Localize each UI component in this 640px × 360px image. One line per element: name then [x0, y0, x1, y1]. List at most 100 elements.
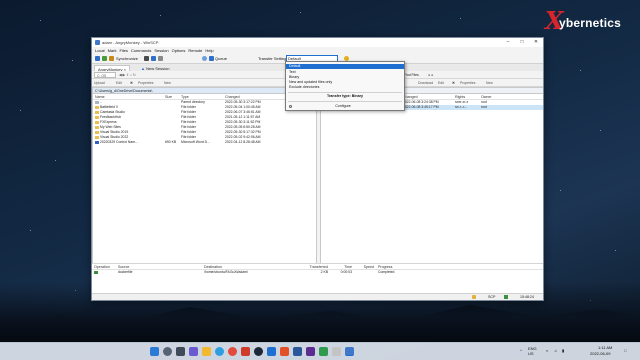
search-icon[interactable]: [163, 347, 172, 356]
delete-icon-left[interactable]: ✖: [130, 80, 133, 86]
console-icon[interactable]: [144, 56, 149, 61]
queue-icon[interactable]: [209, 56, 214, 61]
properties-button-left[interactable]: Properties: [138, 80, 153, 86]
queue-col-destination[interactable]: Destination: [202, 264, 292, 269]
chrome-icon[interactable]: [228, 347, 237, 356]
putty-icon[interactable]: [151, 56, 156, 61]
visual-studio-icon[interactable]: [306, 347, 315, 356]
queue-button[interactable]: Queue: [215, 56, 227, 61]
new-button-left[interactable]: New: [164, 80, 171, 86]
word-icon[interactable]: [293, 347, 302, 356]
queue-col-operation[interactable]: Operation: [92, 264, 116, 269]
queue-status-icon[interactable]: [202, 56, 207, 61]
winscp-taskbar-icon[interactable]: [345, 347, 354, 356]
compare-icon[interactable]: [102, 56, 107, 61]
clock-time[interactable]: 1:11 AM: [598, 345, 612, 350]
file-rights: rw-r--r--: [455, 105, 467, 109]
new-local-icon[interactable]: [95, 56, 100, 61]
option-default[interactable]: Default: [286, 64, 404, 69]
file-name: Camtasia Studio: [100, 110, 125, 114]
file-name: ..: [100, 100, 102, 104]
notification-icon[interactable]: □: [624, 348, 626, 353]
transfer-settings-dropdown: Default Text Binary New and updated file…: [285, 61, 405, 111]
star: [300, 12, 301, 13]
queue-col-speed[interactable]: Speed: [354, 264, 376, 269]
minimize-icon[interactable]: –: [501, 38, 515, 47]
file-name: Visual Studio 2019: [100, 130, 129, 134]
edit-button-left[interactable]: Edit: [116, 80, 122, 86]
col-changed[interactable]: Changed: [223, 94, 273, 99]
queue-column-headers: Operation Source Destination Transferred…: [92, 264, 543, 270]
menu-remote[interactable]: Remote: [188, 47, 202, 54]
menu-files[interactable]: Files: [119, 47, 127, 54]
find-files-extra-icons[interactable]: ● ●: [428, 72, 433, 78]
file-type: Microsoft Word D...: [181, 140, 210, 144]
col-owner[interactable]: Owner: [479, 94, 503, 99]
app-icon[interactable]: [332, 347, 341, 356]
menu-bar: Local Mark Files Commands Session Option…: [92, 47, 543, 54]
start-icon[interactable]: [150, 347, 159, 356]
menu-help[interactable]: Help: [205, 47, 213, 54]
col-changed-remote[interactable]: Changed: [401, 94, 453, 99]
find-files-button[interactable]: Find Files: [404, 72, 419, 78]
synchronize-button[interactable]: Synchronize: [116, 56, 138, 61]
parent-folder-icon: [95, 100, 99, 104]
queue-col-source[interactable]: Source: [116, 264, 202, 269]
wifi-icon[interactable]: ≈: [546, 348, 548, 353]
office-icon[interactable]: [241, 347, 250, 356]
excel-icon[interactable]: [319, 347, 328, 356]
language-indicator[interactable]: ENG US: [528, 346, 540, 356]
queue-destination: /home/ubuntu/FAGuXt/adam/: [204, 270, 248, 274]
menu-mark[interactable]: Mark: [108, 47, 117, 54]
folder-icon: [95, 105, 99, 109]
tray-overflow-icon[interactable]: ^: [520, 348, 522, 353]
steam-icon[interactable]: [254, 347, 263, 356]
battery-icon[interactable]: ▮: [562, 348, 564, 353]
protocol-label: SCP: [488, 295, 496, 299]
file-name: 20220329 Control Nam...: [100, 140, 138, 144]
queue-row[interactable]: dockerfile /home/ubuntu/FAGuXt/adam/ 2 K…: [92, 270, 543, 275]
star: [615, 250, 616, 251]
queue-col-time[interactable]: Time: [330, 264, 354, 269]
new-button-right[interactable]: New: [486, 80, 493, 86]
delete-icon-right[interactable]: ✖: [452, 80, 455, 86]
queue-col-transferred[interactable]: Transferred: [292, 264, 330, 269]
configure-label: Configure: [335, 104, 351, 108]
volume-icon[interactable]: ♫: [554, 348, 557, 353]
menu-options[interactable]: Options: [172, 47, 186, 54]
col-type[interactable]: Type: [179, 94, 223, 99]
app-icon[interactable]: [280, 347, 289, 356]
upload-button[interactable]: Upload: [94, 80, 105, 86]
outlook-icon[interactable]: [267, 347, 276, 356]
maximize-icon[interactable]: □: [515, 38, 529, 47]
drive-select[interactable]: C: OS: [94, 72, 116, 78]
widgets-icon[interactable]: [189, 347, 198, 356]
menu-session[interactable]: Session: [154, 47, 168, 54]
file-changed: 2022-04-12 8:28:48 AM: [225, 140, 261, 144]
table-row[interactable]: 20220329 Control Nam... 690 KB Microsoft…: [93, 140, 316, 145]
queue-col-progress[interactable]: Progress: [376, 264, 416, 269]
upload-arrow-icon: [94, 270, 98, 274]
menu-local[interactable]: Local: [95, 47, 105, 54]
properties-button-right[interactable]: Properties: [460, 80, 475, 86]
download-button[interactable]: Download: [418, 80, 433, 86]
clock-date[interactable]: 2022-06-09: [590, 351, 610, 356]
preferences-icon[interactable]: [158, 56, 163, 61]
col-name[interactable]: Name: [93, 94, 163, 99]
menu-commands[interactable]: Commands: [131, 47, 151, 54]
edge-icon[interactable]: [215, 347, 224, 356]
local-file-panel: C:\Users\g_d\OneDrive\Documents\ Name Si…: [92, 87, 317, 275]
file-name: My Web Sites: [100, 125, 121, 129]
synchronize-icon[interactable]: [109, 56, 114, 61]
option-exclude-directories[interactable]: Exclude directories: [286, 85, 404, 90]
edit-button-right[interactable]: Edit: [438, 80, 444, 86]
col-rights[interactable]: Rights: [453, 94, 479, 99]
col-size[interactable]: Size: [163, 94, 179, 99]
transfer-settings-label: Transfer Settings: [258, 56, 289, 61]
configure-item[interactable]: Configure: [286, 104, 404, 109]
file-explorer-icon[interactable]: [202, 347, 211, 356]
folder-nav-icons[interactable]: ◀ ▶ ⇧ ⌂ ↻: [119, 72, 136, 78]
star: [600, 130, 601, 131]
task-view-icon[interactable]: [176, 347, 185, 356]
close-icon[interactable]: ✕: [529, 38, 543, 47]
